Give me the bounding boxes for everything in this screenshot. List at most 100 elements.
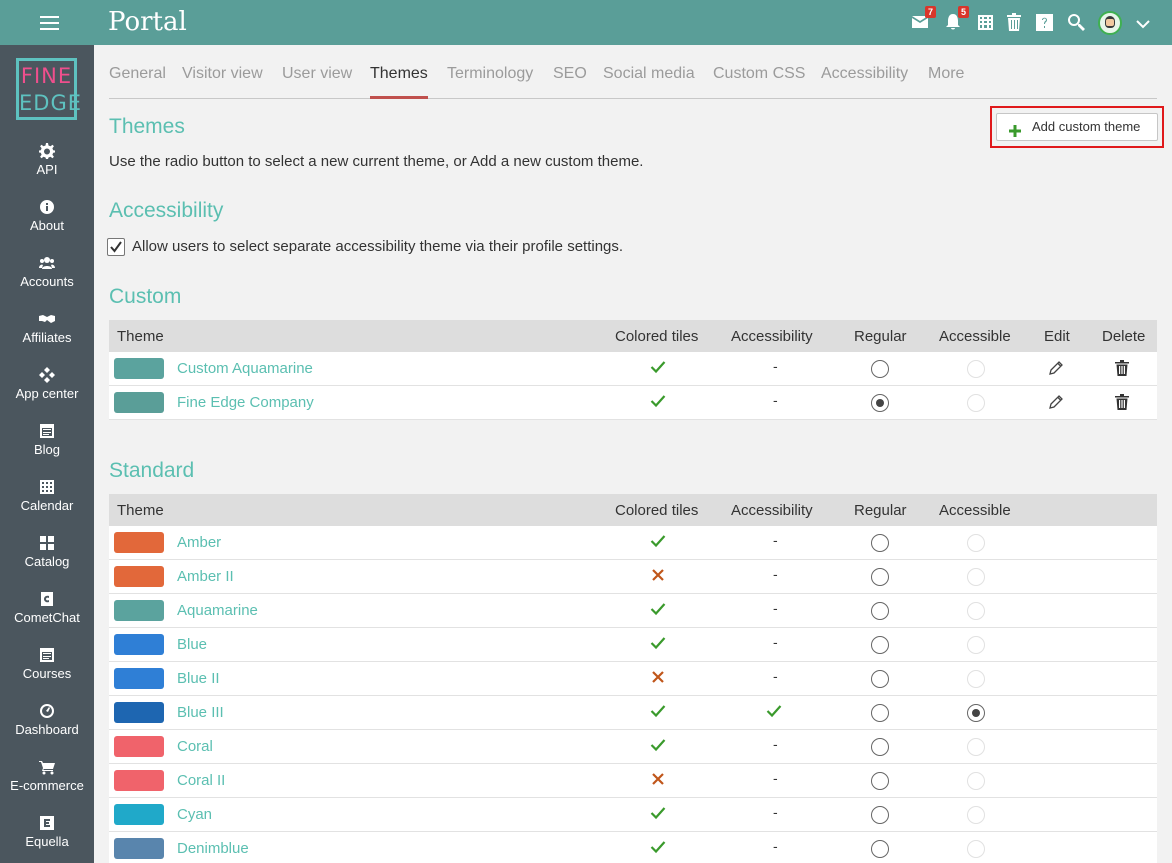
logo-line-1: FINE xyxy=(20,64,73,88)
accessible-theme-radio[interactable] xyxy=(967,670,985,688)
mail-icon[interactable]: 7 xyxy=(910,6,936,32)
theme-name-link[interactable]: Blue xyxy=(177,636,207,653)
table-row: Amber II - xyxy=(109,560,1157,594)
calendar-icon[interactable] xyxy=(975,12,995,32)
help-icon[interactable] xyxy=(1034,12,1054,32)
accessibility-value: - xyxy=(773,634,778,650)
sidebar-item-catalog[interactable]: Catalog xyxy=(0,535,94,591)
regular-theme-radio[interactable] xyxy=(871,670,889,688)
accessible-theme-radio[interactable] xyxy=(967,704,985,722)
tab-terminology[interactable]: Terminology xyxy=(447,65,533,83)
accessible-theme-radio[interactable] xyxy=(967,840,985,858)
regular-theme-radio[interactable] xyxy=(871,772,889,790)
tab-custom-css[interactable]: Custom CSS xyxy=(713,65,805,83)
custom-heading: Custom xyxy=(109,285,182,308)
table-row: Custom Aquamarine - xyxy=(109,352,1157,386)
accessible-theme-radio[interactable] xyxy=(967,568,985,586)
accessible-theme-radio[interactable] xyxy=(967,636,985,654)
bell-icon[interactable]: 5 xyxy=(943,6,969,32)
check-icon xyxy=(650,738,666,756)
fine-edge-logo[interactable]: FINE EDGE xyxy=(16,58,81,120)
accessible-theme-radio[interactable] xyxy=(967,738,985,756)
regular-theme-radio[interactable] xyxy=(871,806,889,824)
accessibility-value: - xyxy=(773,358,778,374)
delete-trash-icon[interactable] xyxy=(1115,394,1129,412)
sidebar-item-dashboard[interactable]: Dashboard xyxy=(0,703,94,759)
col-accessibility: Accessibility xyxy=(731,328,813,345)
sidebar-item-cometchat[interactable]: CometChat xyxy=(0,591,94,647)
accessible-theme-radio[interactable] xyxy=(967,772,985,790)
accessible-theme-radio[interactable] xyxy=(967,360,985,378)
tab-themes[interactable]: Themes xyxy=(370,65,428,83)
tab-social-media[interactable]: Social media xyxy=(603,65,695,83)
delete-trash-icon[interactable] xyxy=(1115,360,1129,378)
sidebar-item-blog[interactable]: Blog xyxy=(0,423,94,479)
theme-color-swatch xyxy=(114,532,164,553)
sidebar-item-about[interactable]: About xyxy=(0,199,94,255)
sidebar-item-accounts[interactable]: Accounts xyxy=(0,255,94,311)
theme-color-swatch xyxy=(114,736,164,757)
col-regular: Regular xyxy=(854,502,907,519)
trash-icon[interactable] xyxy=(1004,12,1024,32)
search-icon[interactable] xyxy=(1066,12,1086,32)
sidebar-item-label: Equella xyxy=(25,834,69,849)
theme-name-link[interactable]: Aquamarine xyxy=(177,602,258,619)
tab-more[interactable]: More xyxy=(928,65,964,83)
sidebar-item-courses[interactable]: Courses xyxy=(0,647,94,703)
col-accessible: Accessible xyxy=(939,328,1011,345)
theme-name-link[interactable]: Amber II xyxy=(177,568,234,585)
theme-color-swatch xyxy=(114,804,164,825)
theme-name-link[interactable]: Custom Aquamarine xyxy=(177,360,313,377)
regular-theme-radio[interactable] xyxy=(871,394,889,412)
accessible-theme-radio[interactable] xyxy=(967,806,985,824)
user-avatar[interactable] xyxy=(1098,11,1122,35)
sidebar-item-app-center[interactable]: App center xyxy=(0,367,94,423)
custom-themes-table: Theme Colored tiles Accessibility Regula… xyxy=(109,320,1157,420)
accessibility-value: - xyxy=(773,770,778,786)
regular-theme-radio[interactable] xyxy=(871,636,889,654)
table-row: Denimblue - xyxy=(109,832,1157,863)
sidebar-item-label: E-commerce xyxy=(10,778,84,793)
regular-theme-radio[interactable] xyxy=(871,738,889,756)
col-accessibility: Accessibility xyxy=(731,502,813,519)
sidebar-item-equella[interactable]: Equella xyxy=(0,815,94,863)
col-theme: Theme xyxy=(117,502,164,519)
hamburger-menu-icon[interactable] xyxy=(40,16,59,30)
add-custom-theme-button[interactable]: Add custom theme xyxy=(996,113,1158,141)
accessible-theme-radio[interactable] xyxy=(967,534,985,552)
chevron-down-icon[interactable] xyxy=(1136,16,1150,29)
edit-pencil-icon[interactable] xyxy=(1048,360,1064,378)
tab-accessibility[interactable]: Accessibility xyxy=(821,65,908,83)
regular-theme-radio[interactable] xyxy=(871,704,889,722)
check-icon xyxy=(650,636,666,654)
theme-name-link[interactable]: Fine Edge Company xyxy=(177,394,314,411)
theme-name-link[interactable]: Amber xyxy=(177,534,221,551)
accessible-theme-radio[interactable] xyxy=(967,394,985,412)
top-bar: Portal 7 5 xyxy=(0,0,1172,45)
tab-seo[interactable]: SEO xyxy=(553,65,587,83)
regular-theme-radio[interactable] xyxy=(871,602,889,620)
regular-theme-radio[interactable] xyxy=(871,360,889,378)
regular-theme-radio[interactable] xyxy=(871,840,889,858)
edit-pencil-icon[interactable] xyxy=(1048,394,1064,412)
sidebar-item-affiliates[interactable]: Affiliates xyxy=(0,311,94,367)
theme-name-link[interactable]: Blue III xyxy=(177,704,224,721)
sidebar-item-api[interactable]: API xyxy=(0,143,94,199)
sidebar-item-e-commerce[interactable]: E-commerce xyxy=(0,759,94,815)
theme-name-link[interactable]: Coral II xyxy=(177,772,225,789)
regular-theme-radio[interactable] xyxy=(871,534,889,552)
theme-name-link[interactable]: Denimblue xyxy=(177,840,249,857)
regular-theme-radio[interactable] xyxy=(871,568,889,586)
tab-user-view[interactable]: User view xyxy=(282,65,352,83)
accessibility-theme-checkbox[interactable] xyxy=(107,238,125,256)
theme-name-link[interactable]: Coral xyxy=(177,738,213,755)
tab-visitor-view[interactable]: Visitor view xyxy=(182,65,263,83)
theme-name-link[interactable]: Blue II xyxy=(177,670,220,687)
check-icon xyxy=(650,840,666,858)
theme-name-link[interactable]: Cyan xyxy=(177,806,212,823)
sidebar-item-calendar[interactable]: Calendar xyxy=(0,479,94,535)
cross-icon xyxy=(651,568,665,586)
tab-general[interactable]: General xyxy=(109,65,166,83)
info-icon xyxy=(39,199,55,215)
accessible-theme-radio[interactable] xyxy=(967,602,985,620)
